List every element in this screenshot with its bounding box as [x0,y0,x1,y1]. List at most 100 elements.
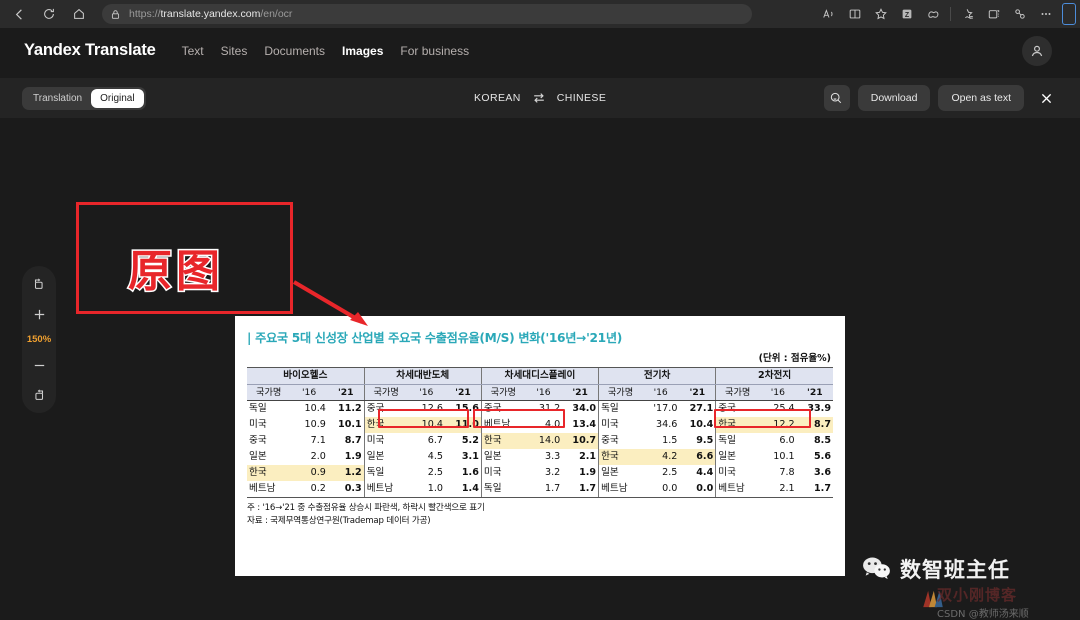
cell-country: 한국 [363,417,408,434]
cell-country: 베트남 [598,480,642,498]
table-row: 중국 7.1 8.7 미국 6.7 5.2 한국 14.0 10.7 중국 1.5 9.5 독일 6.0 8… [247,433,833,449]
cell-value-2016: 0.9 [290,464,328,481]
cell-country: 중국 [598,433,642,449]
rotate-right-icon[interactable] [28,385,50,405]
more-options-icon[interactable] [1034,2,1058,26]
swap-languages-icon[interactable] [532,91,546,105]
cell-value-2016: 7.1 [290,433,328,449]
nav-link-images[interactable]: Images [342,44,383,58]
zoom-level-label: 150% [26,334,52,345]
close-icon[interactable] [1032,84,1060,112]
cell-value-2021: 4.4 [679,464,716,481]
view-mode-toggle: Translation Original [22,86,146,110]
profile-indicator[interactable] [1062,3,1076,25]
cell-value-2021: 10.1 [327,417,365,434]
browser-essentials-icon[interactable] [982,2,1006,26]
cell-value-2021: 5.2 [445,433,482,449]
sub-header-row: 국가명 '16 '21 국가명 '16 '21 국가명 '16 '21 국가명 … [247,384,833,402]
cell-value-2021: 8.7 [796,417,833,434]
cell-country: 중국 [247,433,291,449]
cell-country: 일본 [598,464,642,481]
source-language-label[interactable]: KOREAN [474,92,521,104]
split-screen-icon[interactable] [843,2,867,26]
cell-value-2016: 2.1 [759,480,797,498]
cell-value-2016: 2.0 [290,448,328,465]
address-bar[interactable]: https://translate.yandex.com/en/ocr [102,4,752,24]
cell-value-2021: 15.6 [445,400,482,418]
wechat-watermark: 数智班主任 [862,554,1010,584]
target-language-label[interactable]: CHINESE [557,92,606,104]
subheader-country: 국가명 [598,384,642,402]
table-body: 독일 10.4 11.2 중국 12.6 15.6 중국 31.2 34.0 독일 '17.0 27.… [247,400,833,498]
split-tab-icon[interactable] [1008,2,1032,26]
cell-value-2021: 1.6 [445,464,482,481]
subheader-y16: '16 [641,384,680,402]
ocr-source-image[interactable]: | 주요국 5대 신성장 산업별 주요국 수출점유율(M/S) 변화('16년→… [235,316,845,576]
browser-toolbar-icons: Z [817,2,1080,26]
svg-text:Z: Z [905,12,910,19]
zoom-out-icon[interactable] [28,355,50,375]
cell-country: 한국 [480,433,525,449]
cell-country: 일본 [715,448,760,465]
cell-value-2021: 10.7 [562,433,599,449]
cell-country: 중국 [480,400,525,418]
main-nav: Text Sites Documents Images For business [182,44,469,58]
arrow-pointer-icon [292,280,368,326]
user-avatar-icon[interactable] [1022,35,1052,66]
cell-value-2016: 31.2 [524,400,563,418]
table-row: 한국 0.9 1.2 독일 2.5 1.6 미국 3.2 1.9 일본 2.5 4.4 미국 7.8 3.6 [247,464,833,481]
cell-value-2021: 27.1 [679,400,716,418]
toolbar-divider [950,7,951,21]
cell-value-2021: 1.7 [562,480,599,498]
nav-link-sites[interactable]: Sites [221,44,248,58]
cell-country: 일본 [247,448,291,465]
cell-value-2016: 12.6 [407,400,446,418]
download-button[interactable]: Download [857,85,931,111]
cell-value-2021: 1.9 [327,448,365,465]
nav-link-text[interactable]: Text [182,44,204,58]
brand-title[interactable]: Yandex Translate [24,41,156,60]
browser-chrome: https://translate.yandex.com/en/ocr Z [0,0,1080,28]
group-header-semi: 차세대반도체 [363,367,482,385]
cell-country: 베트남 [715,480,760,498]
open-as-text-button[interactable]: Open as text [938,85,1024,111]
csdn-watermark: 双小刚博客 CSDN @教师汤来顺 [937,588,1029,620]
image-workspace: 150% | 주요국 5대 신성장 산업별 주요국 수출점유율(M/S) 변화(… [0,118,1080,620]
url-text: https://translate.yandex.com/en/ocr [129,8,293,20]
zoom-in-icon[interactable] [28,304,50,324]
cell-country: 미국 [598,417,642,434]
refresh-icon[interactable] [36,1,62,27]
cell-value-2016: 12.2 [759,417,797,434]
cell-value-2016: 1.5 [641,433,680,449]
extension-icon[interactable]: Z [895,2,919,26]
back-arrow-icon[interactable] [6,1,32,27]
wechat-account-name: 数智班主任 [900,558,1010,582]
subheader-country: 국가명 [480,384,525,402]
zoom-controls: 150% [22,266,56,413]
group-header-bio: 바이오헬스 [247,367,365,385]
copilot-icon[interactable] [921,2,945,26]
cell-country: 미국 [715,464,760,481]
subheader-y16: '16 [407,384,446,402]
cell-value-2021: 3.1 [445,448,482,465]
collections-icon[interactable] [956,2,980,26]
cell-value-2021: 1.7 [796,480,833,498]
nav-link-for-business[interactable]: For business [400,44,469,58]
cell-value-2016: 34.6 [641,417,680,434]
document-notes: 주 : '16→'21 중 수출점유율 상승시 파란색, 하락시 빨간색으로 표… [247,502,833,528]
rotate-left-icon[interactable] [28,274,50,294]
cell-value-2016: 4.0 [524,417,563,434]
subheader-y16: '16 [290,384,328,402]
nav-link-documents[interactable]: Documents [264,44,325,58]
feedback-icon[interactable] [823,85,850,111]
tab-translation[interactable]: Translation [24,89,91,108]
cell-value-2016: 1.0 [407,480,446,498]
csdn-author: CSDN @教师汤来顺 [937,609,1029,620]
read-aloud-icon[interactable] [817,2,841,26]
home-icon[interactable] [66,1,92,27]
favorite-star-icon[interactable] [869,2,893,26]
cell-country: 독일 [598,400,642,418]
tab-original[interactable]: Original [91,88,144,108]
ocr-toolbar: Translation Original KOREAN CHINESE Down… [0,78,1080,118]
cell-country: 독일 [480,480,525,498]
